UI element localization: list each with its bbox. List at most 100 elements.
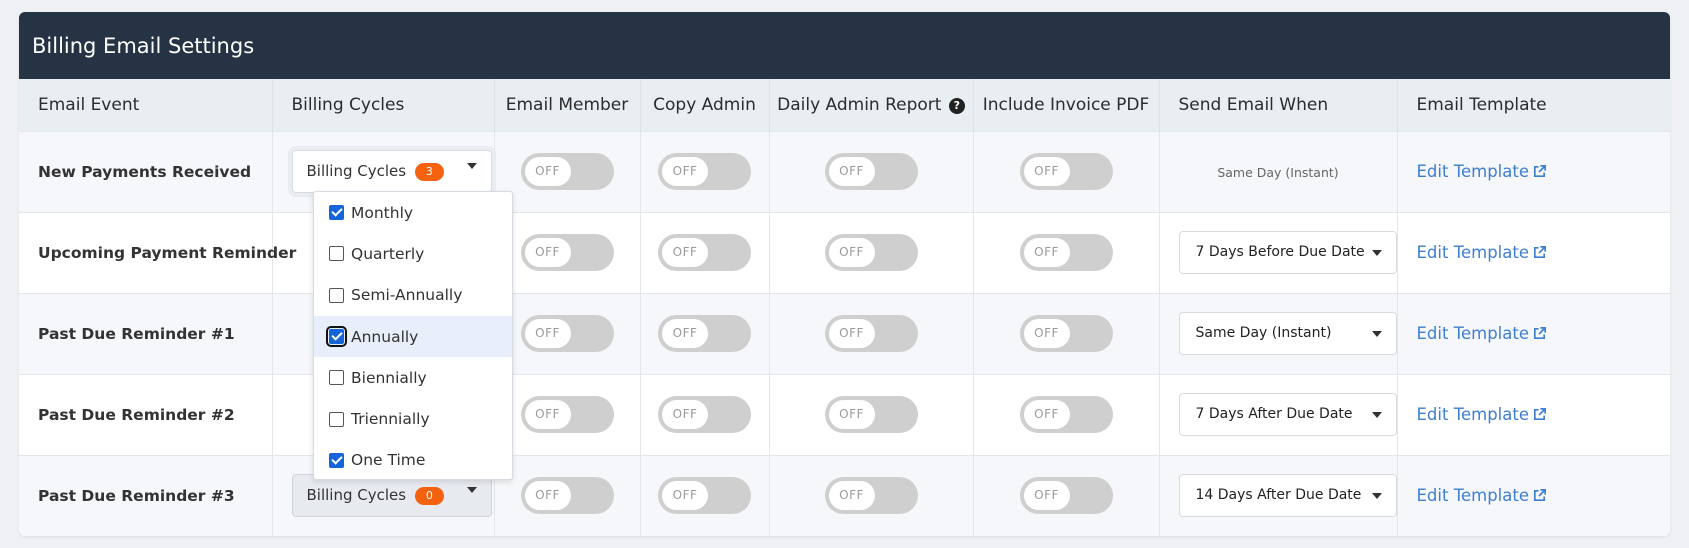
email-member-toggle[interactable]: OFF [520, 396, 614, 433]
caret-down-icon [1371, 412, 1382, 418]
copy-admin-toggle[interactable]: OFF [658, 396, 751, 433]
edit-template-link[interactable]: Edit Template [1417, 324, 1548, 343]
daily-admin-report-toggle[interactable]: OFF [824, 234, 918, 271]
toggle-off-label: OFF [662, 481, 708, 511]
toggle-off-label: OFF [828, 481, 875, 511]
toggle-off-label: OFF [662, 157, 708, 186]
question-circle-icon[interactable]: ? [948, 97, 965, 114]
edit-template-label: Edit Template [1416, 162, 1530, 181]
copy-admin-toggle[interactable]: OFF [658, 315, 751, 352]
option-label: Biennially [351, 368, 427, 387]
include-invoice-pdf-toggle[interactable]: OFF [1019, 477, 1113, 515]
col-email-member: Email Member [494, 79, 641, 131]
billing-cycles-dropdown[interactable]: Billing Cycles 3 [291, 150, 492, 193]
email-member-toggle[interactable]: OFF [520, 153, 614, 190]
col-daily-admin-report: Daily Admin Report ? [769, 79, 974, 131]
panel-title: Billing Email Settings [19, 12, 1670, 79]
toggle-off-label: OFF [828, 319, 875, 348]
external-link-icon [1533, 165, 1546, 178]
caret-down-icon [466, 163, 477, 169]
daily-admin-report-toggle[interactable]: OFF [824, 396, 918, 433]
include-invoice-pdf-cell: OFF [973, 454, 1160, 536]
email-event-name: Past Due Reminder #3 [19, 454, 273, 536]
external-link-icon [1533, 327, 1546, 340]
toggle-off-label: OFF [524, 481, 571, 511]
caret-down-icon [1371, 250, 1382, 256]
toggle-off-label: OFF [524, 319, 571, 348]
caret-down-icon [466, 487, 477, 494]
col-email-template: Email Template [1397, 79, 1670, 131]
edit-template-link[interactable]: Edit Template [1417, 405, 1548, 424]
edit-template-link[interactable]: Edit Template [1417, 486, 1548, 505]
col-email-event: Email Event [19, 79, 273, 131]
include-invoice-pdf-toggle[interactable]: OFF [1019, 315, 1113, 352]
checkbox[interactable] [329, 205, 344, 221]
send-email-when-cell: 14 Days After Due Date [1159, 454, 1398, 536]
edit-template-link[interactable]: Edit Template [1417, 162, 1548, 181]
copy-admin-toggle[interactable]: OFF [658, 153, 751, 190]
email-member-cell: OFF [494, 454, 641, 536]
col-billing-cycles: Billing Cycles [272, 79, 495, 131]
billing-cycle-option-semi-annually[interactable]: Semi-Annually [314, 275, 512, 316]
option-label: Annually [351, 327, 419, 346]
copy-admin-toggle[interactable]: OFF [658, 234, 751, 271]
email-member-toggle[interactable]: OFF [520, 477, 614, 515]
checkbox[interactable] [329, 370, 344, 386]
copy-admin-cell: OFF [640, 454, 770, 536]
send-email-when-select[interactable]: 14 Days After Due Date [1178, 474, 1397, 518]
table-row: Upcoming Payment Reminder OFF OFF OFF OF… [19, 211, 1670, 293]
checkbox[interactable] [329, 287, 344, 303]
billing-email-settings-panel: Billing Email Settings Email Event Billi… [19, 12, 1670, 536]
settings-table: Email Event Billing Cycles Email Member … [19, 79, 1670, 536]
send-email-when-cell: Same Day (Instant) [1159, 130, 1398, 212]
external-link-icon [1533, 489, 1546, 502]
include-invoice-pdf-cell: OFF [973, 292, 1160, 374]
checkbox[interactable] [326, 326, 347, 348]
edit-template-link[interactable]: Edit Template [1417, 243, 1548, 262]
daily-admin-report-cell: OFF [769, 211, 974, 293]
include-invoice-pdf-toggle[interactable]: OFF [1019, 153, 1113, 190]
email-event-name: Past Due Reminder #2 [19, 373, 273, 455]
include-invoice-pdf-toggle[interactable]: OFF [1019, 234, 1113, 271]
send-email-when-select[interactable]: Same Day (Instant) [1178, 312, 1397, 355]
caret-down-icon [1371, 331, 1382, 337]
toggle-off-label: OFF [662, 238, 708, 267]
billing-cycle-option-quarterly[interactable]: Quarterly [314, 233, 512, 274]
billing-cycle-option-biennially[interactable]: Biennially [314, 357, 512, 398]
daily-admin-report-cell: OFF [769, 373, 974, 455]
email-template-cell: Edit Template [1397, 211, 1670, 293]
table-row: Past Due Reminder #2 OFF OFF OFF OFF 7 D… [19, 373, 1670, 455]
toggle-off-label: OFF [1023, 238, 1070, 267]
email-member-toggle[interactable]: OFF [520, 234, 614, 271]
billing-cycle-option-one-time[interactable]: One Time [314, 440, 512, 481]
daily-admin-report-toggle[interactable]: OFF [824, 315, 918, 352]
email-member-cell: OFF [494, 292, 641, 374]
email-event-name: Upcoming Payment Reminder [19, 211, 296, 293]
email-member-cell: OFF [494, 130, 641, 212]
toggle-off-label: OFF [1023, 481, 1070, 511]
email-template-cell: Edit Template [1397, 292, 1670, 374]
email-member-toggle[interactable]: OFF [520, 315, 614, 352]
checkbox[interactable] [329, 246, 344, 262]
col-daily-admin-report-label: Daily Admin Report [777, 94, 942, 115]
toggle-off-label: OFF [524, 238, 571, 267]
billing-cycle-option-monthly[interactable]: Monthly [314, 192, 512, 233]
edit-template-label: Edit Template [1416, 405, 1530, 424]
edit-template-label: Edit Template [1416, 486, 1530, 506]
copy-admin-toggle[interactable]: OFF [658, 477, 751, 515]
billing-cycle-option-annually[interactable]: Annually [314, 315, 512, 358]
checkbox[interactable] [329, 452, 344, 468]
daily-admin-report-toggle[interactable]: OFF [824, 477, 918, 515]
billing-cycles-count-badge: 3 [414, 163, 444, 181]
toggle-off-label: OFF [524, 157, 571, 186]
send-email-when-cell: 7 Days After Due Date [1159, 373, 1398, 455]
daily-admin-report-toggle[interactable]: OFF [824, 153, 918, 190]
send-email-when-select[interactable]: 7 Days After Due Date [1178, 393, 1397, 436]
billing-cycle-option-triennially[interactable]: Triennially [314, 398, 512, 439]
send-email-when-select[interactable]: 7 Days Before Due Date [1178, 231, 1397, 274]
checkbox[interactable] [329, 411, 344, 427]
include-invoice-pdf-toggle[interactable]: OFF [1019, 396, 1113, 433]
toggle-off-label: OFF [1023, 157, 1070, 186]
copy-admin-cell: OFF [640, 130, 770, 212]
email-template-cell: Edit Template [1397, 454, 1670, 536]
